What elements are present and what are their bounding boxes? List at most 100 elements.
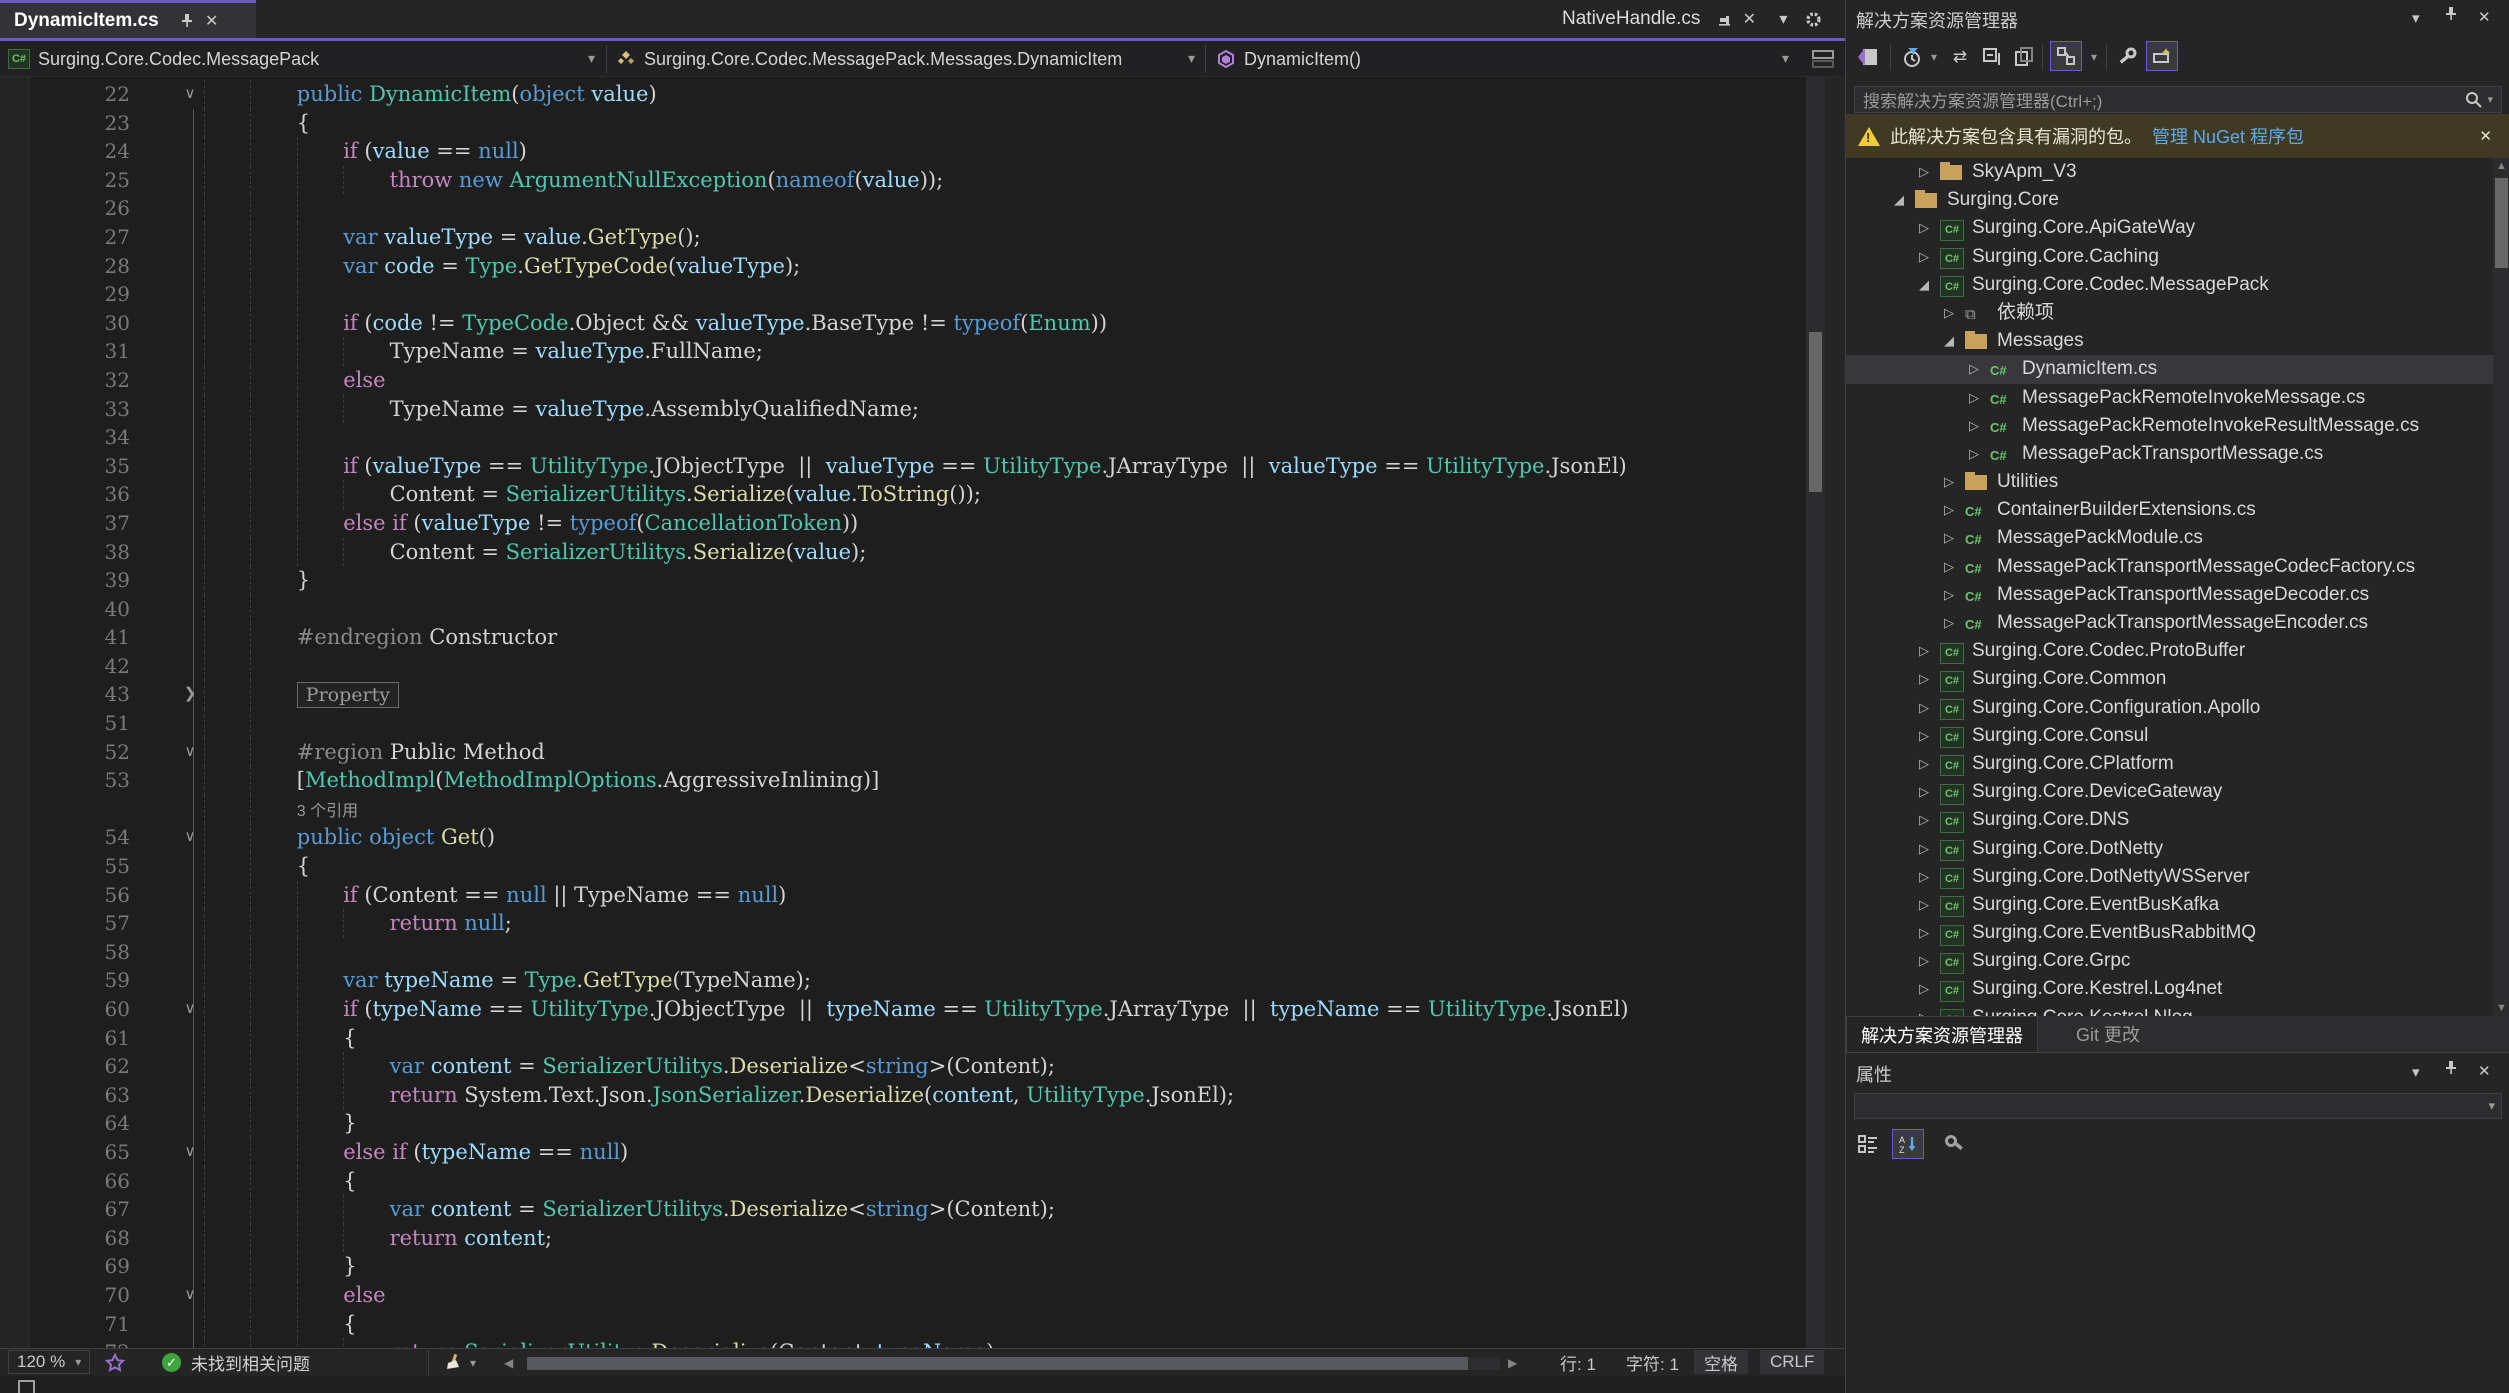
code-line-22[interactable]: 22∨public DynamicItem(object value) bbox=[0, 80, 1806, 109]
code-line-26[interactable]: 26 bbox=[0, 194, 1806, 223]
tree-item-surging-core[interactable]: ◢Surging.Core bbox=[1846, 186, 2493, 214]
close-icon[interactable]: ✕ bbox=[2478, 8, 2491, 26]
sync-with-active-document-icon[interactable] bbox=[2050, 41, 2082, 71]
tree-expand-icon[interactable]: ▷ bbox=[1914, 891, 1934, 919]
code-line-57[interactable]: 57return null; bbox=[0, 909, 1806, 938]
editor-vertical-scrollbar[interactable] bbox=[1806, 77, 1825, 1348]
pin-icon[interactable] bbox=[2444, 6, 2459, 21]
scrollbar-thumb[interactable] bbox=[527, 1357, 1468, 1370]
tab-git-changes[interactable]: Git 更改 bbox=[2076, 1016, 2140, 1052]
code-line-36[interactable]: 36Content = SerializerUtilitys.Serialize… bbox=[0, 480, 1806, 509]
solution-search-box[interactable]: 搜索解决方案资源管理器(Ctrl+;) ▾ bbox=[1854, 86, 2502, 113]
collapsed-region-box[interactable]: Property bbox=[297, 682, 399, 708]
code-line-40[interactable]: 40 bbox=[0, 595, 1806, 624]
tree-item-utilities[interactable]: ▷Utilities bbox=[1846, 468, 2493, 496]
tree-expand-icon[interactable]: ▷ bbox=[1939, 299, 1959, 327]
tree-item-dynamicitem-cs[interactable]: ▷C#DynamicItem.cs bbox=[1846, 355, 2493, 383]
tree-item-surging-core-consul[interactable]: ▷C#Surging.Core.Consul bbox=[1846, 722, 2493, 750]
keep-open-pin-icon[interactable] bbox=[1716, 10, 1734, 28]
manage-nuget-link[interactable]: 管理 NuGet 程序包 bbox=[2152, 123, 2304, 149]
tree-expand-icon[interactable]: ▷ bbox=[1914, 722, 1934, 750]
tree-item-surging-core-dotnetty[interactable]: ▷C#Surging.Core.DotNetty bbox=[1846, 835, 2493, 863]
fold-expand-icon[interactable]: ❯ bbox=[178, 680, 202, 709]
tree-expand-icon[interactable]: ▷ bbox=[1964, 384, 1984, 412]
show-all-files-icon[interactable] bbox=[2146, 41, 2178, 71]
status-line-ending[interactable]: CRLF bbox=[1760, 1350, 1824, 1374]
tree-item-surging-core-eventbuskafka[interactable]: ▷C#Surging.Core.EventBusKafka bbox=[1846, 891, 2493, 919]
sort-alphabetical-icon[interactable]: AZ bbox=[1892, 1129, 1924, 1159]
fold-collapse-icon[interactable]: ∨ bbox=[178, 995, 202, 1024]
code-line-51[interactable]: 51 bbox=[0, 709, 1806, 738]
open-documents-dropdown-icon[interactable]: ▾ bbox=[1774, 10, 1792, 28]
tree-item-surging-core-grpc[interactable]: ▷C#Surging.Core.Grpc bbox=[1846, 947, 2493, 975]
tree-item-surging-core-dotnettywsserver[interactable]: ▷C#Surging.Core.DotNettyWSServer bbox=[1846, 863, 2493, 891]
code-line-32[interactable]: 32else bbox=[0, 366, 1806, 395]
code-line-59[interactable]: 59var typeName = Type.GetType(TypeName); bbox=[0, 966, 1806, 995]
code-line-60[interactable]: 60∨if (typeName == UtilityType.JObjectTy… bbox=[0, 995, 1806, 1024]
tree-expand-icon[interactable]: ▷ bbox=[1964, 440, 1984, 468]
code-line-62[interactable]: 62var content = SerializerUtilitys.Deser… bbox=[0, 1052, 1806, 1081]
tree-expand-icon[interactable]: ▷ bbox=[1914, 947, 1934, 975]
tree-expand-icon[interactable]: ▷ bbox=[1914, 750, 1934, 778]
split-window-icon[interactable] bbox=[1812, 49, 1834, 69]
preview-selected-items-icon[interactable] bbox=[2008, 42, 2040, 72]
code-line-29[interactable]: 29 bbox=[0, 280, 1806, 309]
chevron-down-icon[interactable]: ▾ bbox=[470, 1356, 476, 1370]
chevron-down-icon[interactable]: ▾ bbox=[1782, 50, 1789, 67]
codelens-row[interactable]: 3 个引用 bbox=[0, 795, 1806, 824]
tree-expand-icon[interactable]: ▷ bbox=[1914, 863, 1934, 891]
tree-item-surging-core-dns[interactable]: ▷C#Surging.Core.DNS bbox=[1846, 806, 2493, 834]
code-line-71[interactable]: 71{ bbox=[0, 1310, 1806, 1339]
tree-expand-icon[interactable]: ▷ bbox=[1939, 581, 1959, 609]
tree-expand-icon[interactable]: ▷ bbox=[1914, 637, 1934, 665]
scroll-left-arrow-icon[interactable]: ◀ bbox=[504, 1349, 513, 1376]
code-line-42[interactable]: 42 bbox=[0, 652, 1806, 681]
tree-item-messages[interactable]: ◢Messages bbox=[1846, 327, 2493, 355]
close-icon[interactable]: ✕ bbox=[2478, 1062, 2491, 1080]
code-line-65[interactable]: 65∨else if (typeName == null) bbox=[0, 1138, 1806, 1167]
editor-extension-icon[interactable] bbox=[105, 1349, 125, 1376]
code-line-55[interactable]: 55{ bbox=[0, 852, 1806, 881]
fold-collapse-icon[interactable]: ∨ bbox=[178, 823, 202, 852]
code-line-31[interactable]: 31TypeName = valueType.FullName; bbox=[0, 337, 1806, 366]
tree-item-surging-core-caching[interactable]: ▷C#Surging.Core.Caching bbox=[1846, 243, 2493, 271]
tree-expand-icon[interactable]: ▷ bbox=[1914, 835, 1934, 863]
tree-collapse-icon[interactable]: ◢ bbox=[1889, 186, 1909, 214]
tree-item-surging-core-apigateway[interactable]: ▷C#Surging.Core.ApiGateWay bbox=[1846, 214, 2493, 242]
code-line-27[interactable]: 27var valueType = value.GetType(); bbox=[0, 223, 1806, 252]
member-dropdown[interactable]: DynamicItem() bbox=[1216, 41, 1361, 77]
scroll-down-arrow-icon[interactable]: ▼ bbox=[2493, 1002, 2509, 1014]
tree-expand-icon[interactable]: ▷ bbox=[1914, 694, 1934, 722]
code-line-66[interactable]: 66{ bbox=[0, 1167, 1806, 1196]
tree-item-surging-core-codec-protobuffer[interactable]: ▷C#Surging.Core.Codec.ProtoBuffer bbox=[1846, 637, 2493, 665]
tree-collapse-icon[interactable]: ◢ bbox=[1939, 327, 1959, 355]
scrollbar-thumb[interactable] bbox=[2495, 178, 2508, 268]
code-line-52[interactable]: 52∨#region Public Method bbox=[0, 738, 1806, 767]
switch-views-icon[interactable] bbox=[1852, 42, 1884, 72]
pin-icon[interactable] bbox=[2444, 1060, 2459, 1075]
code-line-23[interactable]: 23{ bbox=[0, 109, 1806, 138]
code-line-63[interactable]: 63return System.Text.Json.JsonSerializer… bbox=[0, 1081, 1806, 1110]
code-line-54[interactable]: 54∨public object Get() bbox=[0, 823, 1806, 852]
tree-item-surging-core-eventbusrabbitmq[interactable]: ▷C#Surging.Core.EventBusRabbitMQ bbox=[1846, 919, 2493, 947]
chevron-down-icon[interactable]: ▾ bbox=[588, 50, 595, 67]
tree-item-messagepacktransportmessagedecoder-cs[interactable]: ▷C#MessagePackTransportMessageDecoder.cs bbox=[1846, 581, 2493, 609]
status-line-number[interactable]: 行: 1 bbox=[1560, 1349, 1596, 1376]
tree-item-messagepackremoteinvokemessage-cs[interactable]: ▷C#MessagePackRemoteInvokeMessage.cs bbox=[1846, 384, 2493, 412]
status-column-number[interactable]: 字符: 1 bbox=[1626, 1349, 1679, 1376]
code-line-53[interactable]: 53[MethodImpl(MethodImplOptions.Aggressi… bbox=[0, 766, 1806, 795]
tree-expand-icon[interactable]: ▷ bbox=[1914, 158, 1934, 186]
collapse-all-icon[interactable] bbox=[1976, 42, 2008, 72]
tree-item-surging-core-kestrel-log4net[interactable]: ▷C#Surging.Core.Kestrel.Log4net bbox=[1846, 975, 2493, 1003]
fold-collapse-icon[interactable]: ∨ bbox=[178, 1138, 202, 1167]
tree-expand-icon[interactable]: ▷ bbox=[1964, 412, 1984, 440]
code-line-35[interactable]: 35if (valueType == UtilityType.JObjectTy… bbox=[0, 452, 1806, 481]
property-pages-wrench-icon[interactable] bbox=[1939, 1129, 1971, 1159]
code-line-61[interactable]: 61{ bbox=[0, 1024, 1806, 1053]
code-line-25[interactable]: 25throw new ArgumentNullException(nameof… bbox=[0, 166, 1806, 195]
chevron-down-icon[interactable]: ▾ bbox=[2412, 1063, 2420, 1081]
tree-expand-icon[interactable]: ▷ bbox=[1914, 243, 1934, 271]
tree-item-surging-core-configuration-apollo[interactable]: ▷C#Surging.Core.Configuration.Apollo bbox=[1846, 694, 2493, 722]
tree-vertical-scrollbar[interactable]: ▲ ▼ bbox=[2493, 158, 2509, 1016]
pending-changes-filter-icon[interactable] bbox=[1896, 42, 1928, 72]
